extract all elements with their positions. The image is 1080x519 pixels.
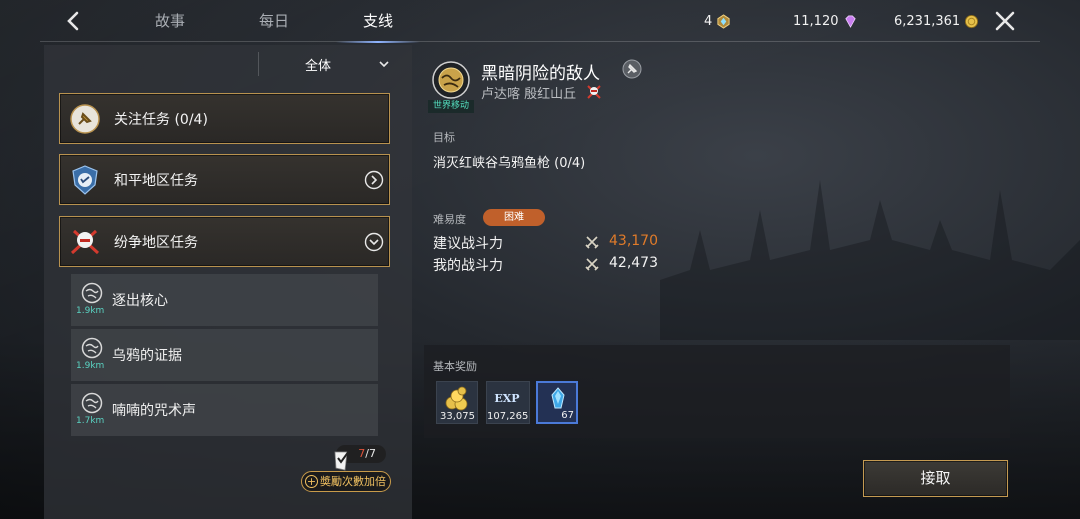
chevron-right-icon — [364, 170, 384, 190]
crossed-swords-icon — [585, 236, 599, 249]
quest-location: 卢达喀 殷红山丘 — [481, 87, 577, 102]
accept-button[interactable]: 接取 — [863, 460, 1008, 497]
recommended-power-label: 建议战斗力 — [433, 236, 503, 252]
category-label: 纷争地区任务 — [114, 234, 198, 251]
difficulty-badge: 困难 — [483, 209, 545, 226]
objective-label: 目标 — [433, 131, 455, 144]
crossed-swords-icon — [70, 229, 100, 254]
tab-bar: 故事 每日 支线 — [118, 0, 430, 43]
quest-count-total: /7 — [365, 447, 376, 460]
category-peace-zone[interactable]: 和平地区任务 — [59, 154, 390, 205]
reward-quantity: 107,265 — [487, 411, 529, 422]
category-conflict-zone[interactable]: 纷争地区任务 — [59, 216, 390, 267]
chevron-down-icon — [379, 61, 389, 68]
exp-icon: EXP — [494, 392, 519, 405]
gem-count: 11,120 — [793, 13, 839, 29]
world-travel-tag: 世界移动 — [428, 100, 474, 113]
close-icon[interactable] — [992, 8, 1018, 34]
tab-side-quest[interactable]: 支线 — [326, 0, 430, 43]
chevron-down-icon — [364, 232, 384, 252]
quest-distance: 1.7km — [76, 416, 105, 426]
crossed-swords-icon — [587, 85, 601, 99]
world-globe-icon — [81, 282, 103, 304]
quest-item[interactable]: 1.9km 乌鸦的证据 — [71, 329, 378, 381]
reward-crystal[interactable]: 67 — [536, 381, 578, 424]
crystal-token-icon — [717, 13, 730, 29]
castle-silhouette — [660, 180, 1080, 340]
quest-label: 喃喃的咒术声 — [112, 403, 196, 419]
back-arrow-icon[interactable] — [60, 8, 86, 34]
checklist-icon — [334, 450, 350, 471]
rewards-label: 基本奖励 — [433, 360, 477, 373]
purple-gem-icon — [844, 15, 856, 28]
quest-label: 逐出核心 — [112, 293, 168, 309]
quest-label: 乌鸦的证据 — [112, 348, 182, 364]
token-count: 4 — [704, 13, 713, 29]
world-globe-icon — [81, 392, 103, 414]
gold-coin-icon — [965, 14, 979, 28]
filter-label: 全体 — [305, 58, 332, 74]
peace-shield-icon — [72, 164, 98, 195]
recommended-power-value: 43,170 — [609, 233, 658, 249]
reward-exp[interactable]: EXP 107,265 — [486, 381, 530, 424]
quest-distance: 1.9km — [76, 306, 105, 316]
quest-distance: 1.9km — [76, 361, 105, 371]
bookmark-pin-icon — [70, 103, 100, 134]
category-followed-quests[interactable]: 关注任务 (0/4) — [59, 93, 390, 144]
blue-crystal-icon — [551, 387, 565, 409]
world-globe-icon — [432, 61, 470, 99]
objective-text: 消灭红峡谷乌鸦鱼枪 (0/4) — [433, 156, 586, 171]
top-bar: 故事 每日 支线 4 11,120 6,231,361 — [0, 0, 1080, 43]
category-label: 关注任务 (0/4) — [114, 111, 208, 128]
reward-quantity: 33,075 — [440, 411, 475, 422]
double-reward-button[interactable]: + 奬勵次數加倍 — [301, 471, 391, 492]
my-power-label: 我的战斗力 — [433, 258, 503, 274]
gold-count: 6,231,361 — [894, 13, 961, 29]
my-power-value: 42,473 — [609, 255, 658, 271]
quest-item[interactable]: 1.7km 喃喃的咒术声 — [71, 384, 378, 436]
currency-tokens: 4 — [704, 11, 731, 31]
pin-icon[interactable] — [622, 59, 642, 79]
currency-gems: 11,120 — [793, 11, 858, 31]
gold-pile-icon — [445, 386, 468, 411]
crossed-swords-icon — [585, 258, 599, 271]
tab-daily[interactable]: 每日 — [222, 0, 326, 42]
world-globe-icon — [81, 337, 103, 359]
tab-story[interactable]: 故事 — [118, 0, 222, 42]
plus-icon: + — [305, 475, 318, 488]
quest-title: 黑暗阴险的敌人 — [481, 64, 600, 84]
filter-dropdown[interactable]: 全体 — [258, 52, 398, 76]
quest-item[interactable]: 1.9km 逐出核心 — [71, 274, 378, 326]
category-label: 和平地区任务 — [114, 172, 198, 189]
reward-gold[interactable]: 33,075 — [436, 381, 478, 424]
currency-gold: 6,231,361 — [894, 11, 979, 31]
exp-icon-text: EXP — [494, 392, 519, 405]
double-reward-label: 奬勵次數加倍 — [320, 475, 386, 488]
reward-quantity: 67 — [561, 410, 574, 421]
difficulty-label: 难易度 — [433, 213, 466, 226]
